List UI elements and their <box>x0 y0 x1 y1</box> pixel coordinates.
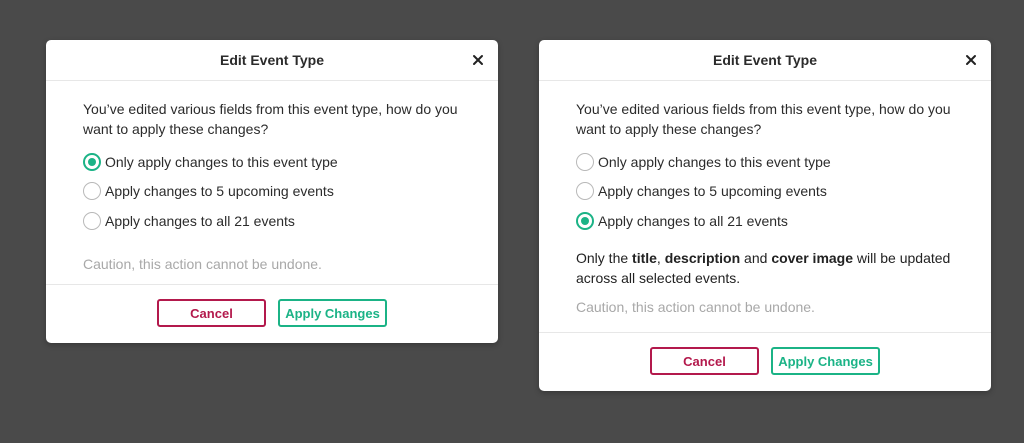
dialog-question: You’ve edited various fields from this e… <box>576 101 951 137</box>
dialog-question: You’ve edited various fields from this e… <box>83 101 458 137</box>
note-text: and <box>740 249 772 266</box>
option-label: Apply changes to all 21 events <box>105 212 295 229</box>
option-this-event-type[interactable]: Only apply changes to this event type <box>83 147 498 177</box>
dialog-body: You’ve edited various fields from this e… <box>539 99 991 317</box>
dialog-title: Edit Event Type <box>713 52 817 68</box>
option-label: Apply changes to 5 upcoming events <box>598 183 827 200</box>
dialog-header: Edit Event Type <box>46 40 498 81</box>
option-label: Apply changes to all 21 events <box>598 212 788 229</box>
edit-event-type-dialog: Edit Event Type You’ve edited various fi… <box>539 40 991 391</box>
note-text: Only the <box>576 249 633 266</box>
option-label: Only apply changes to this event type <box>105 153 338 170</box>
note-cover-image-field: cover image <box>771 249 854 266</box>
option-all-events[interactable]: Apply changes to all 21 events <box>83 206 498 236</box>
dialog-footer: Cancel Apply Changes <box>539 332 991 391</box>
close-icon <box>473 55 483 65</box>
apply-changes-button[interactable]: Apply Changes <box>278 299 387 327</box>
option-this-event-type[interactable]: Only apply changes to this event type <box>576 147 991 177</box>
radio-this-event-type[interactable] <box>83 152 101 171</box>
note-text: , <box>656 249 665 266</box>
option-label: Apply changes to 5 upcoming events <box>105 183 334 200</box>
option-all-events[interactable]: Apply changes to all 21 events <box>576 206 991 236</box>
option-upcoming-events[interactable]: Apply changes to 5 upcoming events <box>83 177 498 207</box>
caution-text: Caution, this action cannot be undone. <box>576 298 815 315</box>
note-title-field: title <box>632 249 657 266</box>
radio-all-events[interactable] <box>83 211 101 230</box>
edit-event-type-dialog: Edit Event Type You’ve edited various fi… <box>46 40 498 343</box>
option-label: Only apply changes to this event type <box>598 153 831 170</box>
dialog-header: Edit Event Type <box>539 40 991 81</box>
apply-options-radio-group: Only apply changes to this event type Ap… <box>576 147 991 236</box>
dialog-footer: Cancel Apply Changes <box>46 284 498 343</box>
apply-changes-button[interactable]: Apply Changes <box>771 347 880 375</box>
dialog-body: You’ve edited various fields from this e… <box>46 99 498 274</box>
note-description-field: description <box>664 249 741 266</box>
close-button[interactable] <box>468 50 488 70</box>
radio-all-events[interactable] <box>576 211 594 230</box>
close-icon <box>966 55 976 65</box>
caution-text: Caution, this action cannot be undone. <box>83 255 322 272</box>
cancel-button[interactable]: Cancel <box>157 299 266 327</box>
apply-options-radio-group: Only apply changes to this event type Ap… <box>83 147 498 236</box>
radio-upcoming-events[interactable] <box>576 182 594 201</box>
cancel-button[interactable]: Cancel <box>650 347 759 375</box>
dialog-title: Edit Event Type <box>220 52 324 68</box>
update-scope-note: Only the title, description and cover im… <box>576 248 956 288</box>
radio-this-event-type[interactable] <box>576 152 594 171</box>
option-upcoming-events[interactable]: Apply changes to 5 upcoming events <box>576 177 991 207</box>
radio-upcoming-events[interactable] <box>83 182 101 201</box>
close-button[interactable] <box>961 50 981 70</box>
